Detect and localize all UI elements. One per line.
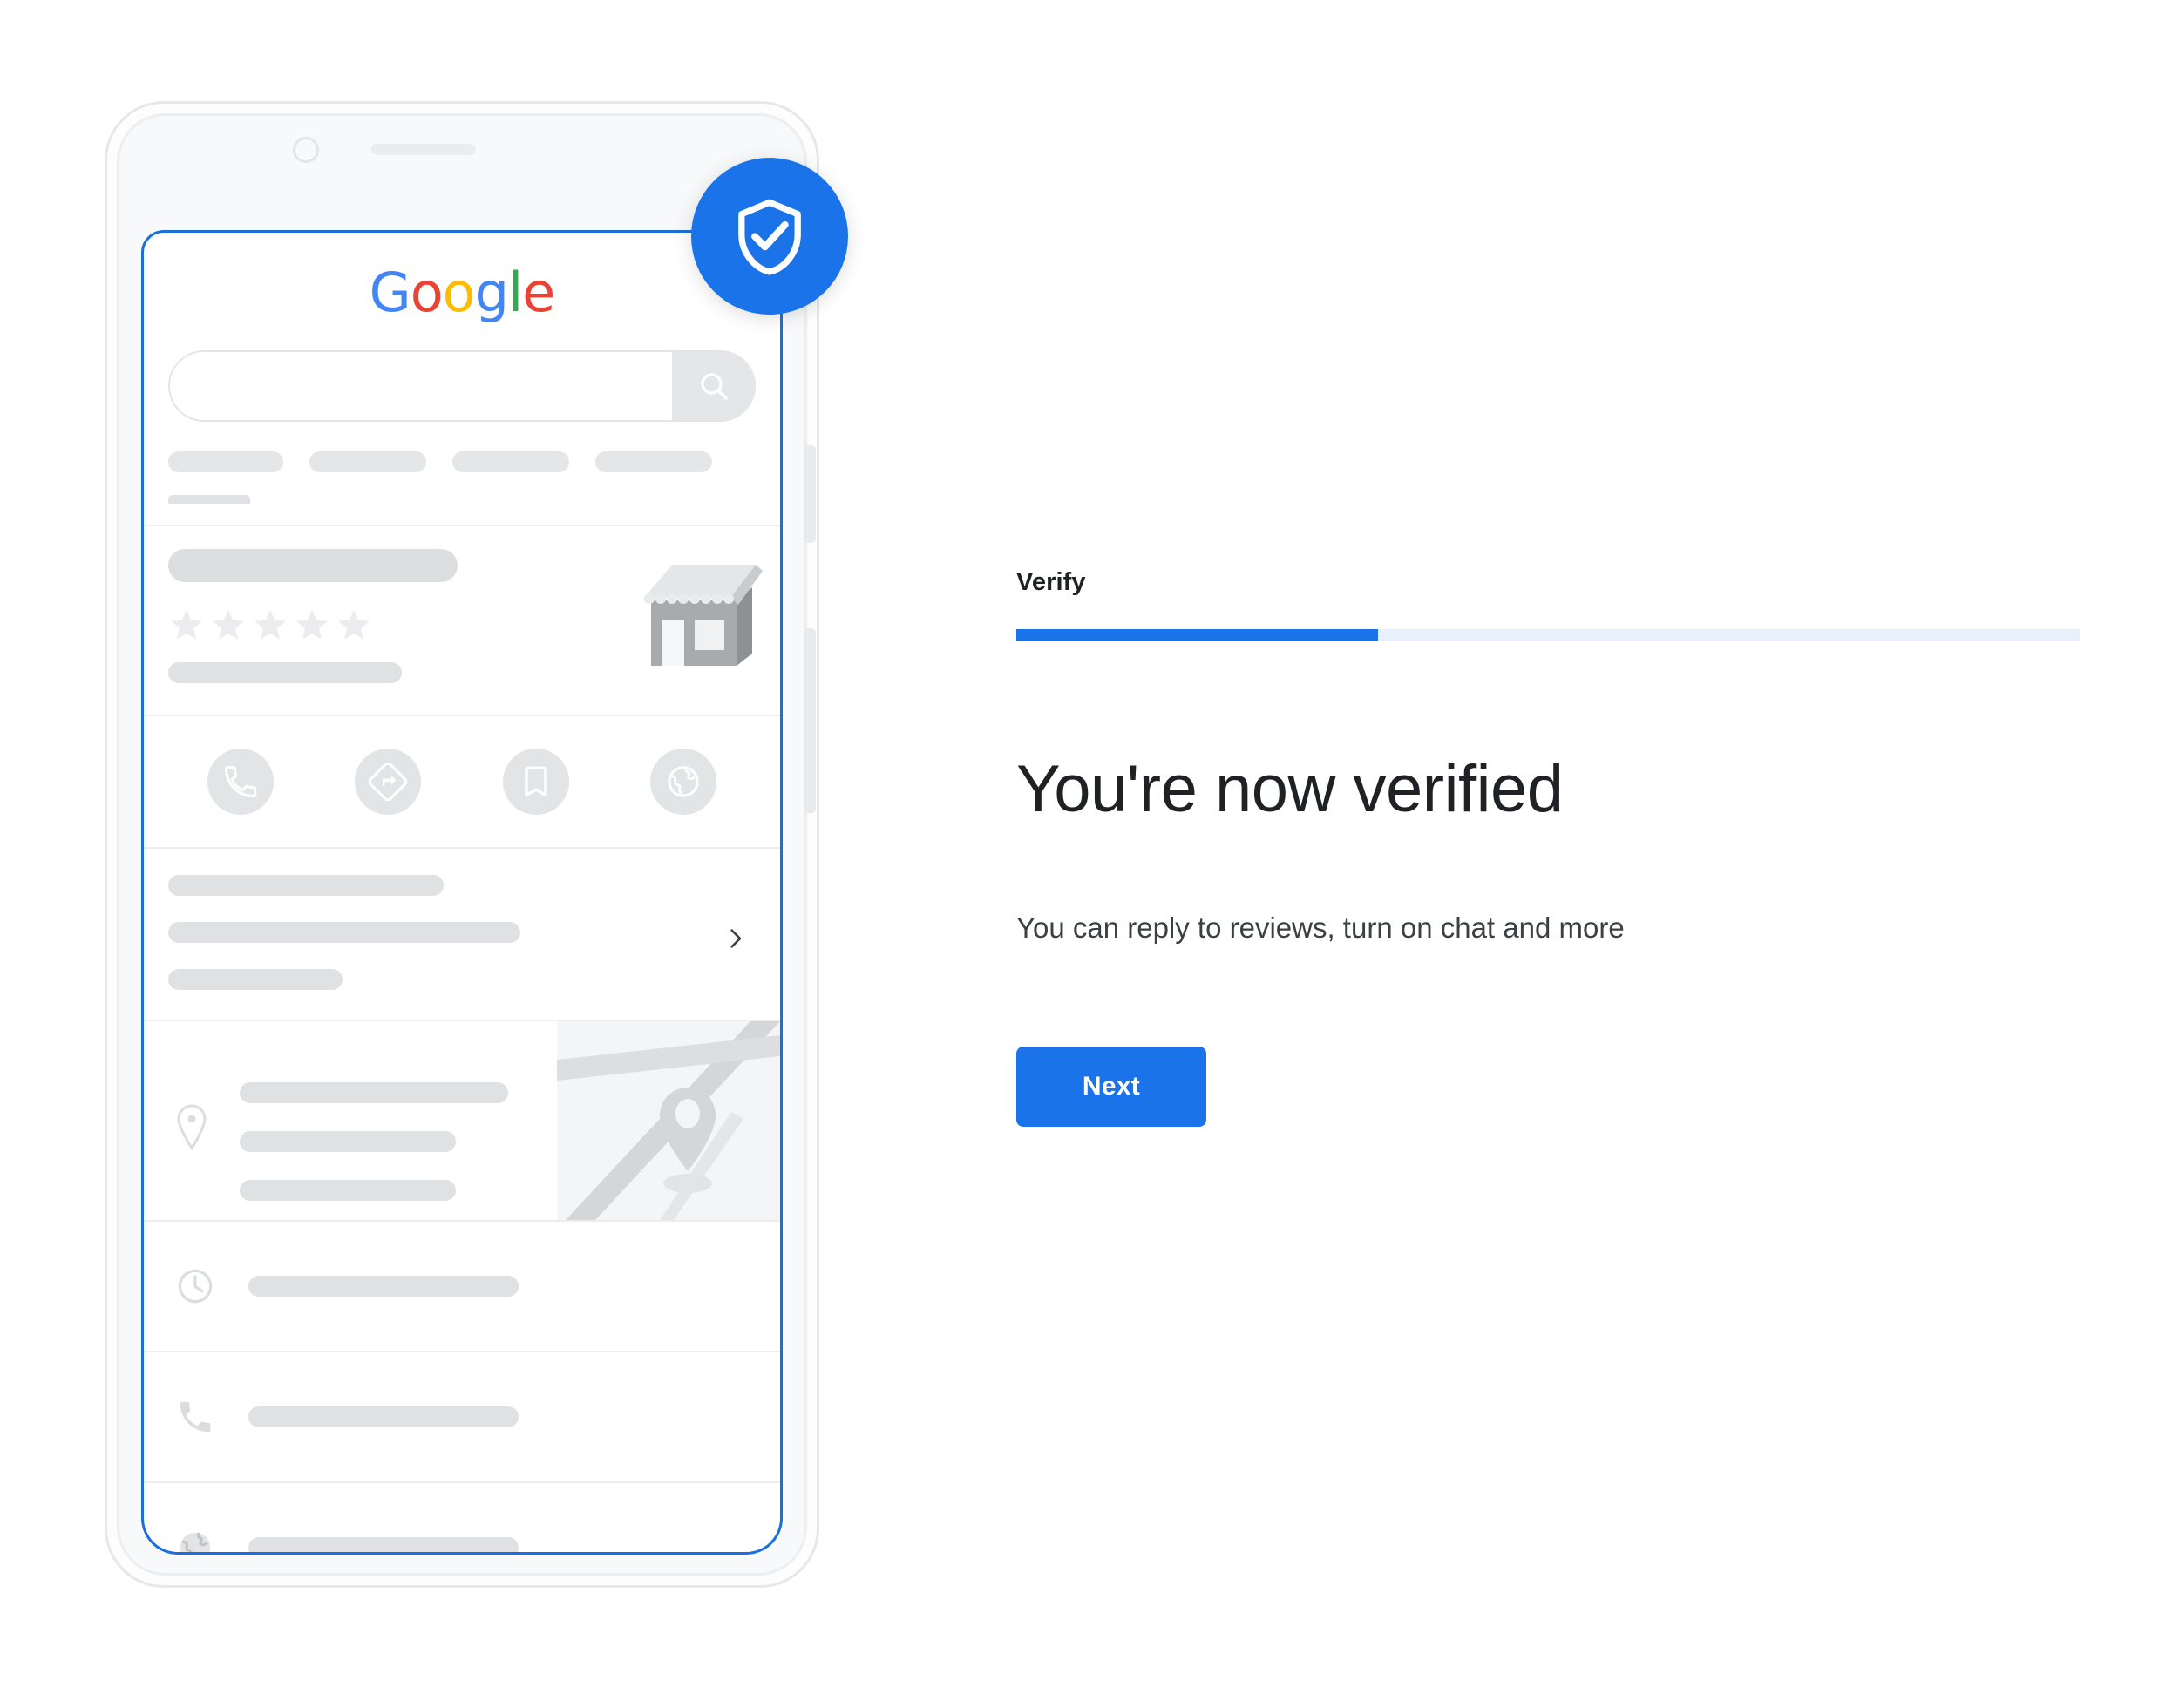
address-line-placeholder: [240, 1131, 456, 1152]
phone-icon-wrap: [173, 1395, 217, 1439]
phone-icon: [180, 1401, 211, 1433]
star-icon: [171, 609, 202, 640]
directions-action-button[interactable]: [355, 749, 422, 815]
earpiece-speaker: [371, 144, 476, 155]
star-icon: [296, 609, 328, 640]
star-icon: [213, 609, 244, 640]
hours-placeholder: [248, 1276, 519, 1297]
business-name-placeholder: [168, 549, 458, 582]
nav-chip-row: [168, 451, 780, 504]
next-button[interactable]: Next: [1016, 1047, 1206, 1127]
globe-icon-wrap: [173, 1526, 217, 1552]
phone-placeholder: [248, 1406, 519, 1427]
page-subtitle: You can reply to reviews, turn on chat a…: [1016, 912, 1625, 944]
star-icon: [255, 609, 286, 640]
search-input[interactable]: [168, 350, 756, 422]
google-logo: Google: [369, 261, 556, 324]
website-action-button[interactable]: [650, 749, 717, 815]
map-graphic: [557, 1021, 780, 1220]
info-line-placeholder: [168, 875, 444, 896]
call-action-button[interactable]: [207, 749, 274, 815]
location-pin-icon: [177, 1104, 207, 1151]
step-label: Verify: [1016, 568, 1086, 596]
address-line-placeholder: [240, 1180, 456, 1201]
volume-button[interactable]: [804, 445, 816, 543]
phone-row[interactable]: [144, 1352, 780, 1481]
clock-icon-wrap: [173, 1264, 217, 1308]
info-line-placeholder: [168, 969, 343, 990]
phone-mockup: Google: [105, 101, 819, 1588]
progress-bar-fill: [1016, 629, 1378, 640]
front-camera-icon: [293, 137, 319, 163]
bookmark-icon: [525, 766, 547, 797]
hours-row[interactable]: [144, 1222, 780, 1351]
save-action-button[interactable]: [502, 749, 569, 815]
nav-chip-4[interactable]: [595, 451, 712, 472]
website-row[interactable]: [144, 1483, 780, 1552]
phone-icon: [224, 765, 256, 798]
nav-active-indicator: [168, 495, 250, 504]
search-bar[interactable]: [168, 350, 756, 422]
address-line-placeholder: [240, 1082, 508, 1103]
globe-icon: [668, 766, 699, 797]
search-icon: [701, 373, 728, 400]
storefront-illustration: [644, 565, 763, 666]
shield-check-icon: [738, 199, 801, 275]
search-button[interactable]: [672, 350, 756, 422]
clock-icon: [178, 1269, 213, 1304]
info-line-placeholder: [168, 922, 520, 943]
nav-chip-1[interactable]: [168, 451, 283, 472]
page-title: You're now verified: [1016, 752, 1564, 826]
map-thumbnail[interactable]: [557, 1021, 780, 1220]
address-lines: [240, 1082, 508, 1201]
action-button-row: [144, 716, 780, 847]
address-section[interactable]: [144, 1021, 780, 1220]
power-button[interactable]: [804, 628, 816, 813]
directions-icon: [369, 762, 408, 801]
business-card[interactable]: [144, 526, 780, 715]
info-section[interactable]: [144, 849, 780, 1020]
nav-chip-2[interactable]: [309, 451, 426, 472]
nav-chip-3[interactable]: [452, 451, 569, 472]
star-icon: [338, 609, 370, 640]
progress-bar: [1016, 629, 2080, 640]
business-category-placeholder: [168, 662, 402, 683]
website-placeholder: [248, 1537, 519, 1552]
chevron-right-icon[interactable]: [723, 925, 749, 952]
verification-panel: Verify You're now verified You can reply…: [1016, 0, 2115, 1708]
globe-icon: [180, 1532, 211, 1552]
phone-screen: Google: [141, 230, 783, 1555]
verified-badge: [691, 158, 848, 315]
